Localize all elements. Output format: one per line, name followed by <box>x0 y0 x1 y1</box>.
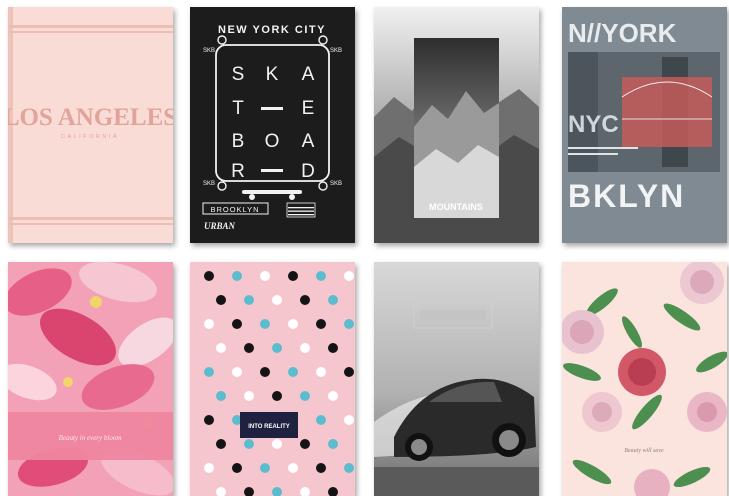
polka-dot <box>316 271 326 281</box>
polka-dot <box>272 439 282 449</box>
polka-dot <box>316 415 326 425</box>
board-letter: E <box>302 98 315 119</box>
cover-title: MOUNTAINS <box>429 202 483 212</box>
polka-dot <box>232 367 242 377</box>
board-letter: A <box>302 131 315 152</box>
polka-dot <box>244 391 254 401</box>
polka-dot <box>344 463 354 473</box>
polka-dot <box>260 463 270 473</box>
nyc-label: NYC <box>568 111 619 138</box>
notebook-cover-car[interactable] <box>374 262 539 496</box>
polka-dot <box>204 367 214 377</box>
car-artwork <box>374 262 539 496</box>
polka-dot <box>344 319 354 329</box>
polka-dot <box>272 391 282 401</box>
notebook-cover-pink-floral[interactable]: Beauty in every bloom <box>8 262 173 496</box>
polka-dot <box>300 343 310 353</box>
polka-dot <box>316 319 326 329</box>
polka-dot <box>216 295 226 305</box>
board-letter: K <box>266 64 279 85</box>
brooklyn-label: BROOKLYN <box>210 205 259 214</box>
notebook-cover-polka-dots[interactable]: INTO REALITY <box>190 262 355 496</box>
board-letter: R <box>231 161 245 182</box>
board-letter: S <box>232 64 245 85</box>
board-letter: B <box>232 131 245 152</box>
cover-script: Beauty will save <box>624 448 664 454</box>
cover-top-text: NEW YORK CITY <box>218 24 326 36</box>
cover-subtitle: CALIFORNIA <box>61 134 119 140</box>
polka-dot <box>288 367 298 377</box>
polka-dot <box>328 439 338 449</box>
polka-dot <box>216 343 226 353</box>
polka-dot <box>216 391 226 401</box>
polka-dot <box>344 367 354 377</box>
new-york-artwork: N//YORK NYC BKLYN <box>562 7 727 243</box>
urban-label: URBAN <box>204 221 236 231</box>
notebook-cover-skateboard[interactable]: NEW YORK CITY SKB SKB SKB SKB S K A T E … <box>190 7 355 243</box>
polka-dot <box>300 295 310 305</box>
polka-dot <box>232 463 242 473</box>
corner-label: SKB <box>330 181 342 187</box>
board-letter: O <box>265 131 280 152</box>
polka-dot <box>232 271 242 281</box>
polka-dot <box>300 439 310 449</box>
polka-dot <box>288 319 298 329</box>
polka-dot <box>328 343 338 353</box>
polka-dot <box>300 391 310 401</box>
cover-title: LOS ANGELES <box>8 104 173 131</box>
polka-dots-artwork: INTO REALITY <box>190 262 355 496</box>
polka-dot <box>244 343 254 353</box>
polka-dot <box>288 271 298 281</box>
polka-dot <box>260 271 270 281</box>
polka-dot <box>204 319 214 329</box>
los-angeles-artwork: LOS ANGELES CALIFORNIA <box>8 7 173 243</box>
notebook-cover-mountains[interactable]: MOUNTAINS <box>374 7 539 243</box>
cover-script: Beauty in every bloom <box>59 434 122 442</box>
polka-dot <box>204 271 214 281</box>
bklyn-label: BKLYN <box>568 178 685 214</box>
polka-dot <box>328 391 338 401</box>
notebook-cover-new-york[interactable]: N//YORK NYC BKLYN <box>562 7 727 243</box>
skateboard-artwork: NEW YORK CITY SKB SKB SKB SKB S K A T E … <box>190 7 355 243</box>
cover-label: INTO REALITY <box>248 424 290 430</box>
polka-dot <box>272 295 282 305</box>
polka-dot <box>316 367 326 377</box>
board-letter: T <box>232 98 244 119</box>
cover-title: N//YORK <box>568 18 677 48</box>
board-letter: A <box>302 64 315 85</box>
polka-dot <box>204 415 214 425</box>
corner-label: SKB <box>203 181 215 187</box>
corner-label: SKB <box>330 48 342 54</box>
polka-dot <box>232 319 242 329</box>
notebook-cover-peonies[interactable]: Beauty will save <box>562 262 727 496</box>
mountains-artwork: MOUNTAINS <box>374 7 539 243</box>
polka-dot <box>316 463 326 473</box>
polka-dot <box>344 415 354 425</box>
polka-dot <box>344 271 354 281</box>
polka-dot <box>260 367 270 377</box>
pink-floral-artwork: Beauty in every bloom <box>8 262 173 496</box>
polka-dot <box>244 439 254 449</box>
polka-dot <box>260 319 270 329</box>
peonies-artwork: Beauty will save <box>562 262 727 496</box>
polka-dot <box>288 463 298 473</box>
board-letter: D <box>301 161 315 182</box>
notebook-cover-los-angeles[interactable]: LOS ANGELES CALIFORNIA <box>8 7 173 243</box>
polka-dot <box>328 295 338 305</box>
polka-dot <box>244 295 254 305</box>
corner-label: SKB <box>203 48 215 54</box>
polka-dot <box>216 439 226 449</box>
polka-dot <box>204 463 214 473</box>
polka-dot <box>272 343 282 353</box>
